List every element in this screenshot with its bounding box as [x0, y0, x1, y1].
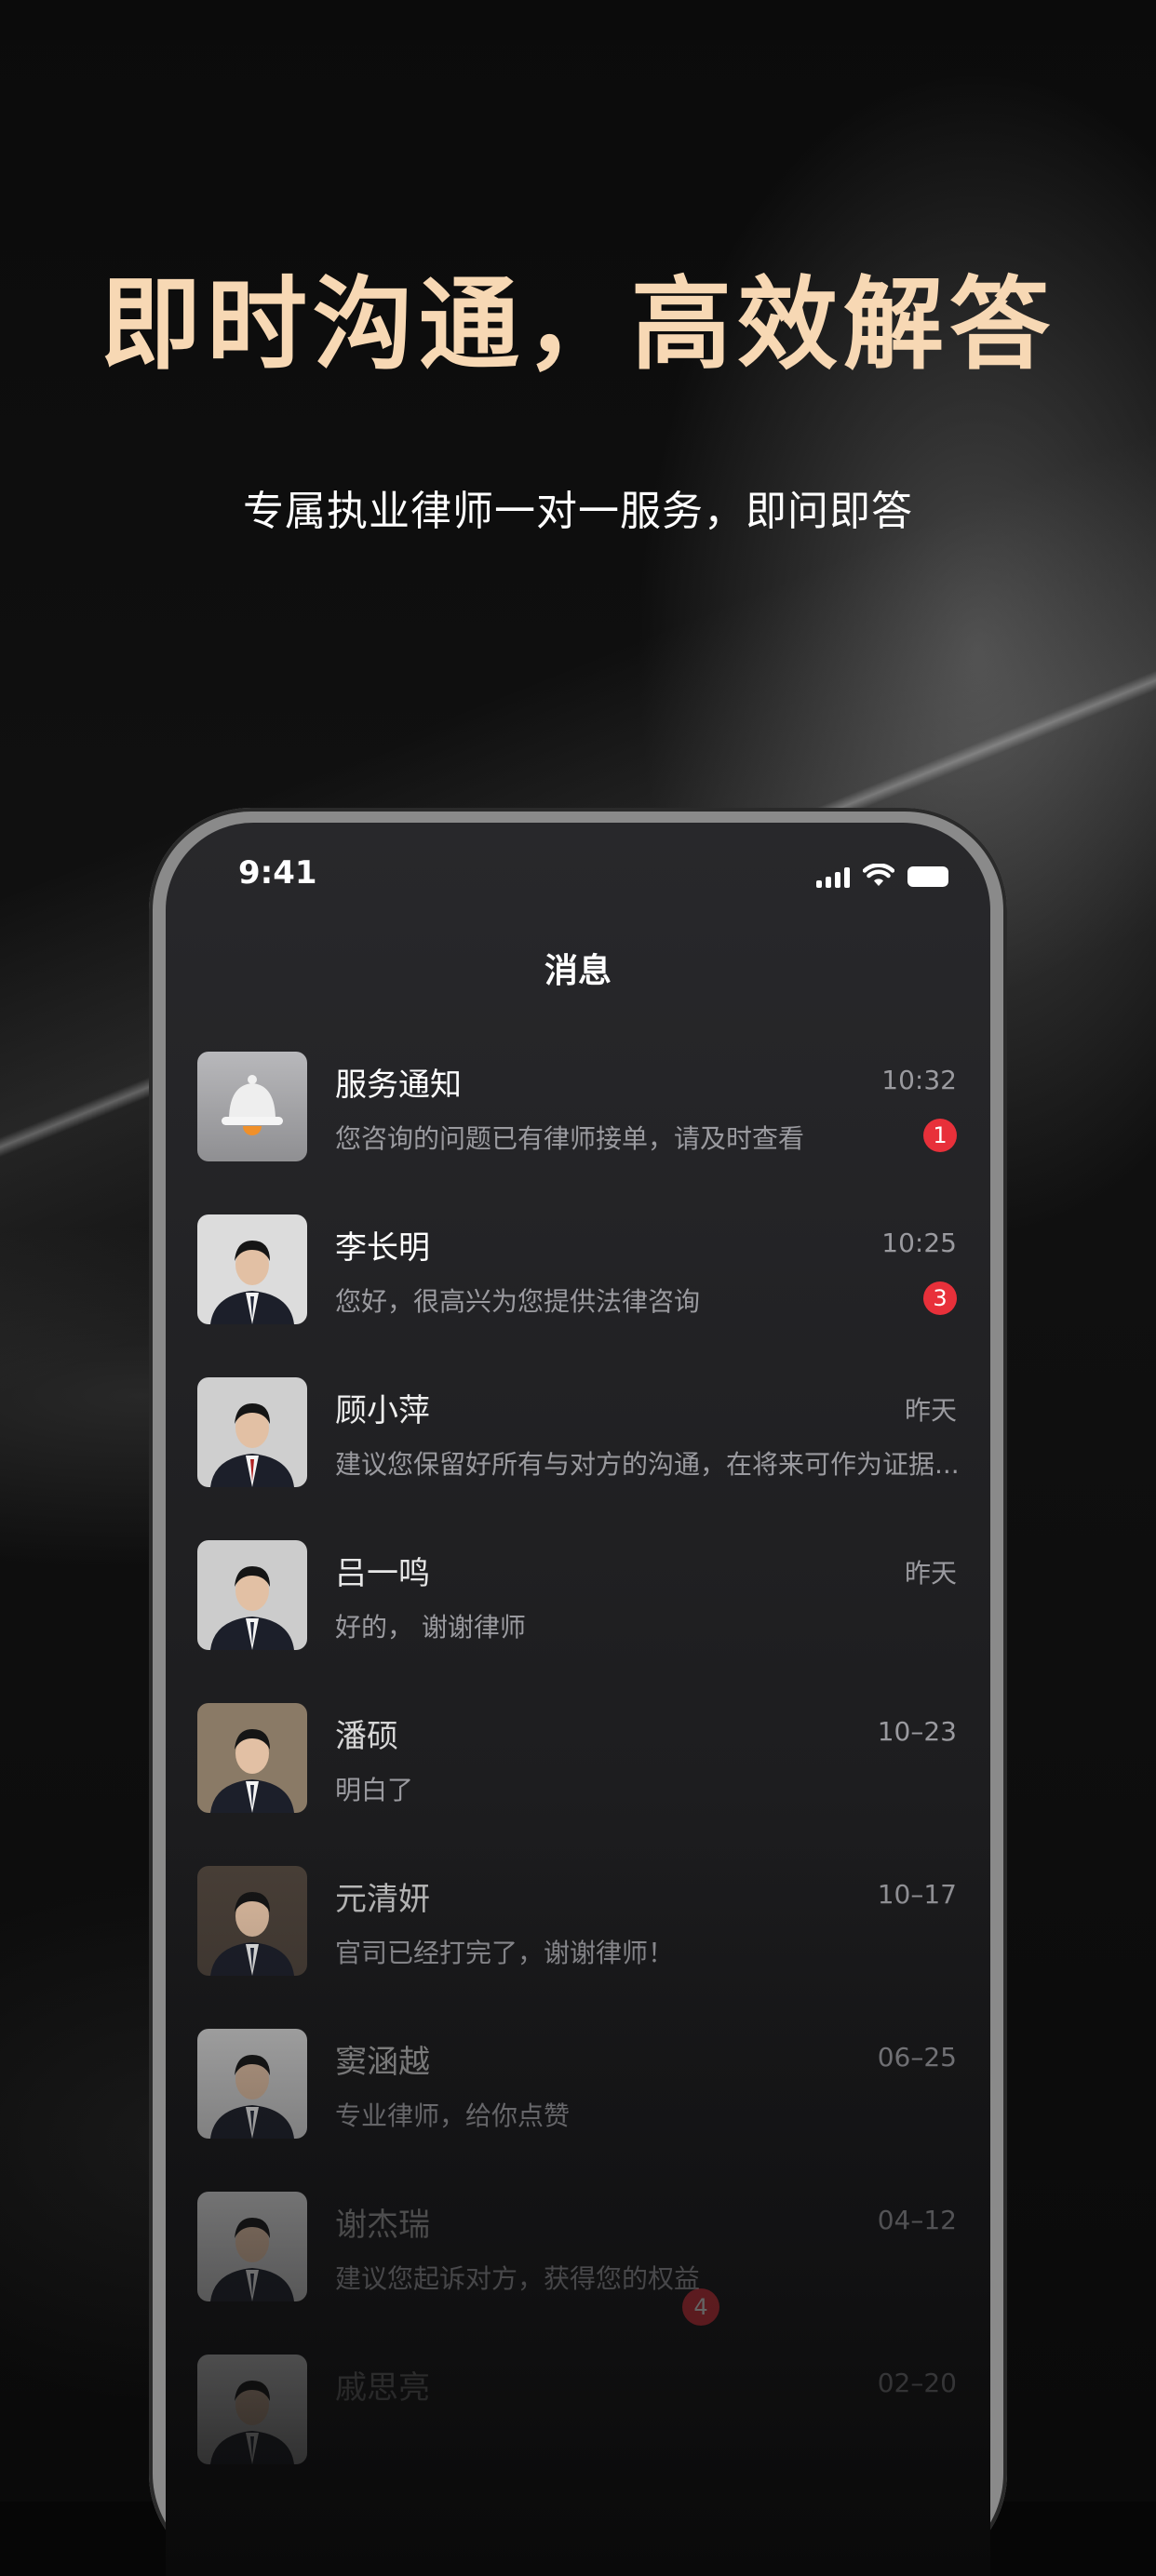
battery-icon	[907, 866, 948, 887]
conversation-name: 李长明	[335, 1229, 430, 1267]
conversation-preview: 明白了	[335, 1775, 414, 1805]
conversation-item[interactable]: 李长明 10:25 您好，很高兴为您提供法律咨询 3	[166, 1214, 990, 1377]
conversation-name: 戚思亮	[335, 2369, 430, 2407]
unread-badge: 3	[923, 1281, 957, 1315]
conversation-preview: 您好，很高兴为您提供法律咨询	[335, 1286, 701, 1317]
conversation-item[interactable]: 服务通知 10:32 您咨询的问题已有律师接单，请及时查看 1	[166, 1052, 990, 1214]
conversation-preview: 您咨询的问题已有律师接单，请及时查看	[335, 1123, 805, 1154]
conversation-time: 04–12	[877, 2205, 957, 2235]
wifi-icon	[863, 864, 894, 886]
page-title: 消息	[544, 952, 612, 990]
avatar	[197, 1214, 307, 1324]
status-time: 9:41	[238, 854, 317, 892]
conversation-preview: 专业律师，给你点赞	[335, 2100, 571, 2131]
conversation-item[interactable]: 元清妍 10–17 官司已经打完了，谢谢律师！	[166, 1866, 990, 2029]
avatar	[197, 2355, 307, 2464]
promo-headline: 即时沟通，高效解答	[100, 267, 1055, 383]
conversation-preview: 官司已经打完了，谢谢律师！	[335, 1938, 675, 1968]
conversation-preview: 好的， 谢谢律师	[335, 1612, 526, 1643]
tab-unread-badge: 4	[682, 2288, 719, 2326]
conversation-name: 窦涵越	[335, 2044, 430, 2081]
phone-screen: 9:41 消息 服务通知 10:32 您咨询的问题已有律师接单，请及时查看 1 李长明 1…	[166, 823, 990, 2576]
conversation-item[interactable]: 戚思亮 02–20	[166, 2355, 990, 2517]
conversation-item[interactable]: 吕一鸣 昨天好的， 谢谢律师	[166, 1540, 990, 1703]
conversation-list: 服务通知 10:32 您咨询的问题已有律师接单，请及时查看 1 李长明 10:25 您好，很…	[166, 1052, 990, 2517]
avatar	[197, 2029, 307, 2139]
bell-icon	[197, 1052, 307, 1161]
conversation-time: 昨天	[904, 1395, 957, 1426]
status-bar: 9:41	[166, 823, 990, 925]
avatar	[197, 1866, 307, 1976]
promo-subline: 专属执业律师一对一服务，即问即答	[243, 488, 913, 535]
conversation-name: 顾小萍	[335, 1392, 430, 1429]
conversation-name: 元清妍	[335, 1881, 430, 1918]
avatar	[197, 1703, 307, 1813]
unread-badge: 1	[923, 1119, 957, 1152]
conversation-name: 服务通知	[335, 1067, 462, 1104]
signal-icon	[816, 865, 850, 888]
conversation-item[interactable]: 谢杰瑞 04–12 建议您起诉对方，获得您的权益	[166, 2192, 990, 2355]
conversation-time: 06–25	[877, 2042, 957, 2073]
conversation-item[interactable]: 潘硕 10–23 明白了	[166, 1703, 990, 1866]
conversation-name: 潘硕	[335, 1718, 398, 1755]
conversation-preview: 建议您保留好所有与对方的沟通，在将来可作为证据...	[335, 1449, 960, 1480]
phone-frame: 9:41 消息 服务通知 10:32 您咨询的问题已有律师接单，请及时查看 1 李长明 1…	[149, 808, 1007, 2576]
conversation-item[interactable]: 顾小萍 昨天建议您保留好所有与对方的沟通，在将来可作为证据...	[166, 1377, 990, 1540]
conversation-time: 昨天	[904, 1558, 957, 1589]
conversation-name: 吕一鸣	[335, 1555, 430, 1592]
conversation-preview: 建议您起诉对方，获得您的权益	[335, 2263, 701, 2294]
conversation-time: 02–20	[877, 2368, 957, 2398]
conversation-time: 10–17	[877, 1879, 957, 1910]
avatar	[197, 1540, 307, 1650]
conversation-time: 10:25	[881, 1228, 957, 1258]
avatar	[197, 2192, 307, 2301]
avatar	[197, 1377, 307, 1487]
status-icons	[816, 860, 948, 888]
conversation-name: 谢杰瑞	[335, 2207, 430, 2244]
conversation-time: 10:32	[881, 1065, 957, 1095]
conversation-time: 10–23	[877, 1716, 957, 1747]
conversation-item[interactable]: 窦涵越 06–25 专业律师，给你点赞	[166, 2029, 990, 2192]
